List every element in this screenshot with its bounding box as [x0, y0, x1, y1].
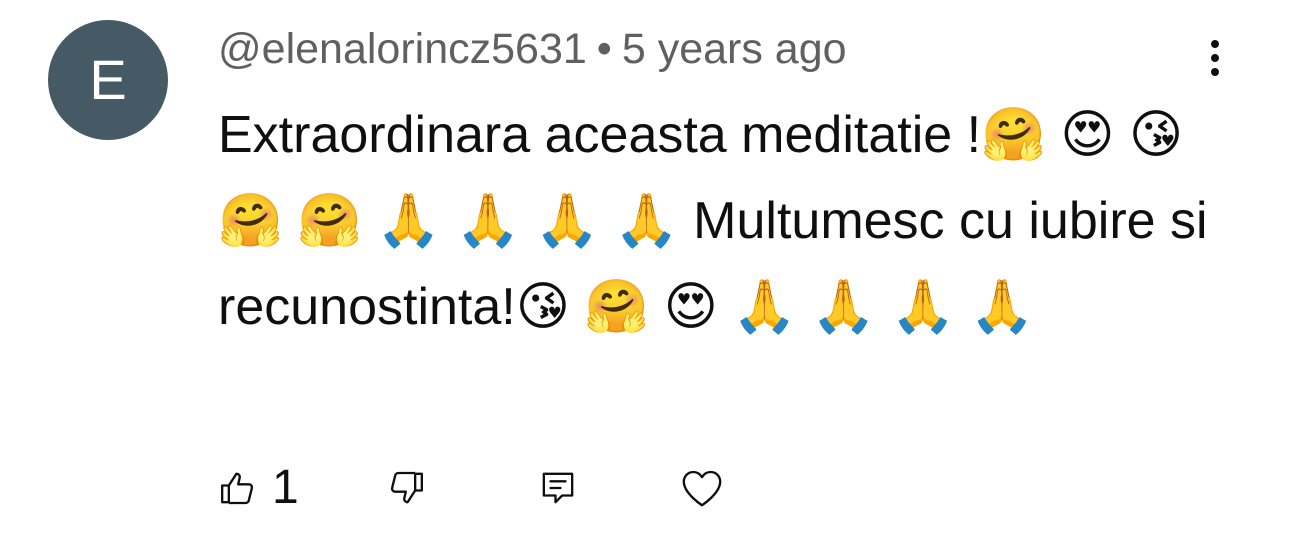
- more-options-button[interactable]: [1196, 34, 1236, 82]
- comment-meta: @elenalorincz5631 • 5 years ago: [218, 24, 847, 74]
- comment-card: E @elenalorincz5631 • 5 years ago Extraord…: [0, 0, 1290, 555]
- heart-button[interactable]: [680, 458, 724, 518]
- comment-actions: 1: [218, 458, 778, 518]
- author-handle[interactable]: @elenalorincz5631: [218, 25, 587, 73]
- meta-separator: •: [596, 25, 612, 73]
- avatar-letter: E: [89, 48, 127, 111]
- avatar[interactable]: E: [48, 20, 168, 140]
- like-count: 1: [272, 461, 299, 514]
- like-button[interactable]: 1: [218, 458, 299, 518]
- dislike-button[interactable]: [386, 458, 426, 518]
- thumbs-up-icon: [221, 472, 254, 505]
- comment-text: Extraordinara aceasta meditatie !🤗 😍 😘 🤗…: [218, 106, 1208, 336]
- heart-icon: [682, 470, 722, 507]
- thumbs-down-icon: [390, 471, 423, 504]
- reply-icon: [542, 472, 574, 504]
- timestamp[interactable]: 5 years ago: [622, 25, 847, 73]
- reply-button[interactable]: [538, 458, 578, 518]
